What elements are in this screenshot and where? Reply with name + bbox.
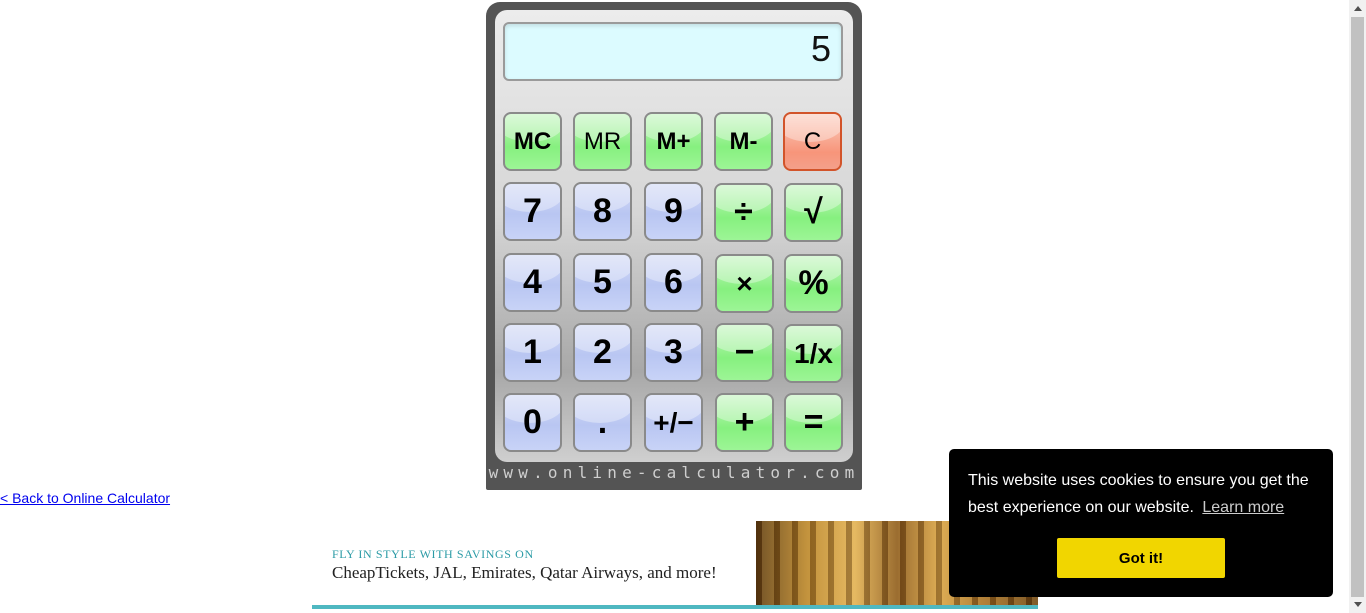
minus-button[interactable]: − [715, 323, 774, 382]
key-3[interactable]: 3 [644, 323, 703, 382]
key-5[interactable]: 5 [573, 253, 632, 312]
decimal-button[interactable]: . [573, 393, 632, 452]
key-7[interactable]: 7 [503, 182, 562, 241]
multiply-button[interactable]: × [715, 254, 774, 313]
learn-more-link[interactable]: Learn more [1202, 499, 1284, 516]
vertical-scrollbar[interactable] [1349, 0, 1366, 613]
ad-banner[interactable]: FLY IN STYLE WITH SAVINGS ON CheapTicket… [312, 521, 1038, 609]
cookie-banner: This website uses cookies to ensure you … [949, 449, 1333, 597]
calculator-display: 5 [503, 22, 843, 81]
key-6[interactable]: 6 [644, 253, 703, 312]
ad-accent-bar [312, 605, 1038, 609]
scrollbar-thumb[interactable] [1351, 17, 1364, 597]
equals-button[interactable]: = [784, 393, 843, 452]
clear-button[interactable]: C [783, 112, 842, 171]
key-1[interactable]: 1 [503, 323, 562, 382]
plus-button[interactable]: + [715, 393, 774, 452]
key-9[interactable]: 9 [644, 182, 703, 241]
key-0[interactable]: 0 [503, 393, 562, 452]
percent-button[interactable]: % [784, 254, 843, 313]
calculator-brand: www.online-calculator.com [488, 463, 860, 482]
reciprocal-button[interactable]: 1/x [784, 324, 843, 383]
back-to-calculator-link[interactable]: < Back to Online Calculator [0, 490, 170, 506]
ad-text: CheapTickets, JAL, Emirates, Qatar Airwa… [332, 563, 717, 582]
ad-tagline: FLY IN STYLE WITH SAVINGS ON [332, 547, 534, 561]
cookie-message: This website uses cookies to ensure you … [968, 467, 1318, 521]
memory-clear-button[interactable]: MC [503, 112, 562, 171]
calculator-face: 5 MC MR M+ M- C 7 8 9 ÷ √ 4 5 6 × % 1 2 … [495, 10, 853, 462]
scroll-up-arrow-icon[interactable] [1349, 0, 1366, 17]
scroll-down-arrow-icon[interactable] [1349, 596, 1366, 613]
got-it-button[interactable]: Got it! [1057, 538, 1225, 578]
key-2[interactable]: 2 [573, 323, 632, 382]
plus-minus-button[interactable]: +/− [644, 393, 703, 452]
calculator: 5 MC MR M+ M- C 7 8 9 ÷ √ 4 5 6 × % 1 2 … [486, 2, 862, 490]
key-8[interactable]: 8 [573, 182, 632, 241]
key-4[interactable]: 4 [503, 253, 562, 312]
memory-add-button[interactable]: M+ [644, 112, 703, 171]
display-value: 5 [810, 28, 831, 69]
memory-subtract-button[interactable]: M- [714, 112, 773, 171]
divide-button[interactable]: ÷ [714, 183, 773, 242]
memory-recall-button[interactable]: MR [573, 112, 632, 171]
square-root-button[interactable]: √ [784, 183, 843, 242]
